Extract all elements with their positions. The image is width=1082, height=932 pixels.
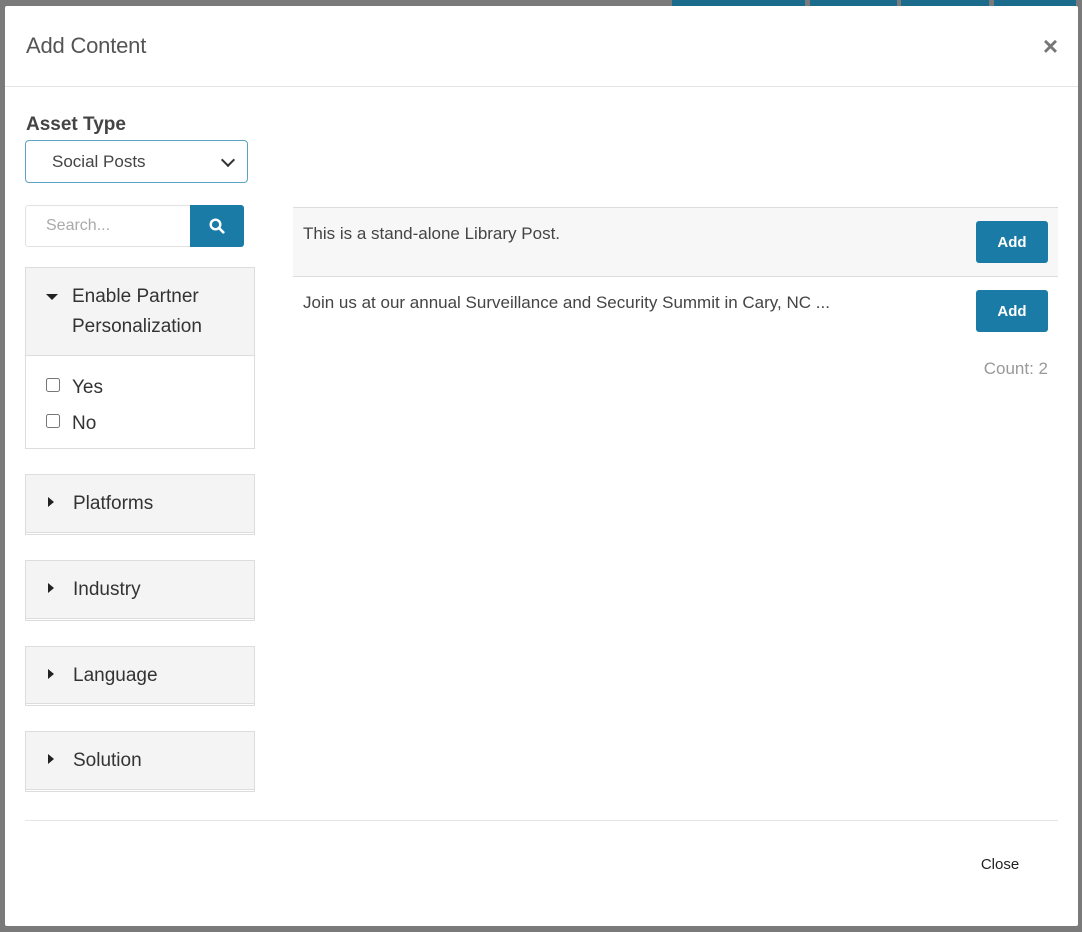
modal-header: Add Content ×: [5, 6, 1078, 87]
facet-title-line: Enable Partner: [72, 286, 199, 307]
asset-type-select[interactable]: Social Posts: [25, 140, 248, 183]
facet-title: Language: [73, 665, 158, 686]
caret-right-icon: [48, 583, 54, 593]
result-row: This is a stand-alone Library Post. Add: [293, 207, 1058, 276]
caret-down-icon: [46, 294, 58, 300]
asset-type-value: Social Posts: [52, 151, 146, 171]
facet-platforms: Platforms: [25, 474, 255, 535]
facet-header[interactable]: Platforms: [26, 475, 254, 533]
search-group: [25, 205, 244, 247]
facet-header[interactable]: Industry: [26, 561, 254, 619]
add-button[interactable]: Add: [976, 221, 1048, 263]
checkbox-no[interactable]: [46, 414, 60, 428]
chevron-down-icon: [220, 152, 236, 167]
caret-right-icon: [48, 497, 54, 507]
facet-solution: Solution: [25, 731, 255, 792]
facet-title: Enable Partner Personalization: [72, 282, 202, 342]
option-label: Yes: [72, 377, 103, 398]
facet-enable-partner-personalization: Enable Partner Personalization Yes No: [25, 267, 255, 449]
facet-language: Language: [25, 646, 255, 706]
result-text: Join us at our annual Surveillance and S…: [303, 293, 830, 312]
result-row: Join us at our annual Surveillance and S…: [293, 276, 1058, 345]
facet-title: Industry: [73, 579, 141, 600]
close-button[interactable]: Close: [965, 846, 1035, 882]
caret-right-icon: [48, 754, 54, 764]
search-button[interactable]: [190, 205, 244, 247]
checkbox-yes[interactable]: [46, 378, 60, 392]
facet-header[interactable]: Solution: [26, 732, 254, 790]
results-list: This is a stand-alone Library Post. Add …: [293, 207, 1058, 379]
modal-title: Add Content: [26, 33, 147, 58]
facet-title: Solution: [73, 750, 142, 771]
add-content-modal: Add Content × Asset Type Social Posts En…: [5, 6, 1078, 926]
result-count: Count: 2: [983, 359, 1048, 378]
option-no[interactable]: No: [46, 406, 254, 442]
facet-title: Platforms: [73, 493, 154, 514]
caret-right-icon: [48, 669, 54, 679]
add-button[interactable]: Add: [976, 290, 1048, 332]
result-text: This is a stand-alone Library Post.: [303, 224, 561, 243]
footer-divider: [25, 820, 1058, 821]
facet-industry: Industry: [25, 560, 255, 621]
asset-type-label: Asset Type: [26, 114, 126, 135]
facet-options: Yes No: [26, 356, 254, 452]
search-icon: [209, 218, 225, 234]
option-label: No: [72, 413, 97, 434]
close-icon[interactable]: ×: [1043, 33, 1058, 59]
facet-title-line: Personalization: [72, 316, 202, 337]
facet-header[interactable]: Enable Partner Personalization: [26, 268, 254, 356]
facet-header[interactable]: Language: [26, 647, 254, 704]
search-input[interactable]: [25, 205, 190, 247]
option-yes[interactable]: Yes: [46, 370, 254, 406]
